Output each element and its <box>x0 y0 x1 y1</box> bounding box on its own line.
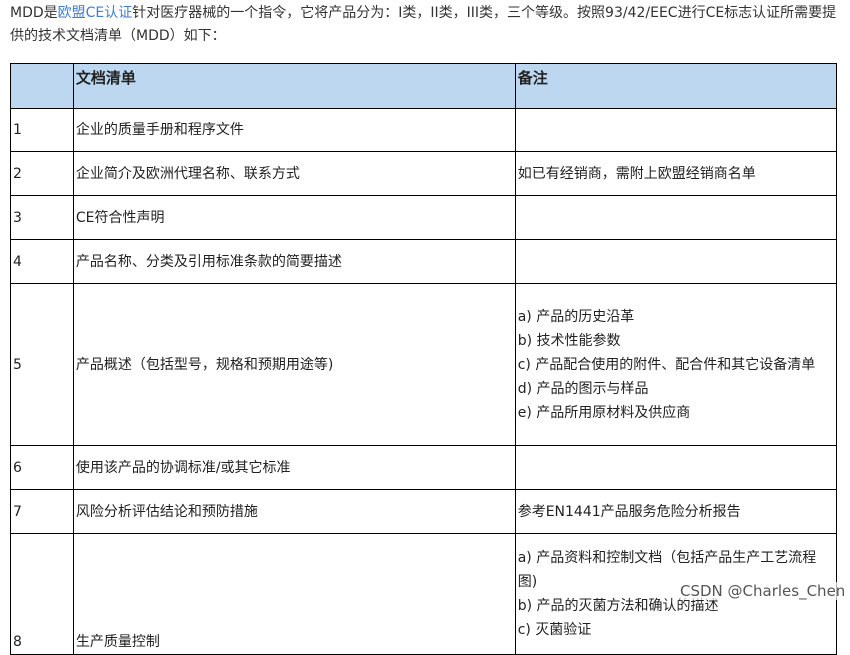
table-row: 2 企业简介及欧洲代理名称、联系方式 如已有经销商，需附上欧盟经销商名单 <box>10 151 838 196</box>
row-remarks <box>514 195 838 240</box>
row-document: CE符合性声明 <box>72 195 516 240</box>
table-row: 4 产品名称、分类及引用标准条款的简要描述 <box>10 239 838 284</box>
row-number: 3 <box>10 195 74 240</box>
row-document: 使用该产品的协调标准/或其它标准 <box>72 445 516 490</box>
table-row: 5 产品概述（包括型号，规格和预期用途等) a) 产品的历史沿革 b) 技术性能… <box>10 283 838 446</box>
row-number: 1 <box>10 108 74 152</box>
header-remarks: 备注 <box>514 63 838 109</box>
row-number: 8 <box>10 533 74 655</box>
remark-item: e) 产品所用原材料及供应商 <box>517 404 691 421</box>
header-number <box>10 63 74 109</box>
table-row: 7 风险分析评估结论和预防措施 参考EN1441产品服务危险分析报告 <box>10 489 838 534</box>
row-remarks: 参考EN1441产品服务危险分析报告 <box>514 489 838 534</box>
row-remarks: 如已有经销商，需附上欧盟经销商名单 <box>514 151 838 196</box>
row-document: 企业简介及欧洲代理名称、联系方式 <box>72 151 516 196</box>
remark-item: b) 技术性能参数 <box>517 332 621 349</box>
row-remarks: a) 产品的历史沿革 b) 技术性能参数 c) 产品配合使用的附件、配合件和其它… <box>514 283 838 446</box>
table-header-row: 文档清单 备注 <box>10 63 838 109</box>
intro-paragraph: MDD是欧盟CE认证针对医疗器械的一个指令，它将产品分为：I类，II类，III类… <box>10 2 842 48</box>
technical-document-table: 文档清单 备注 1 企业的质量手册和程序文件 2 企业简介及欧洲代理名称、联系方… <box>10 63 838 655</box>
row-remarks <box>514 108 838 152</box>
row-document: 产品名称、分类及引用标准条款的简要描述 <box>72 239 516 284</box>
intro-prefix: MDD是 <box>10 5 58 21</box>
row-document: 产品概述（包括型号，规格和预期用途等) <box>72 283 516 446</box>
row-document: 生产质量控制 <box>72 533 516 655</box>
ce-certification-link[interactable]: 欧盟CE认证 <box>58 5 133 21</box>
remark-item: d) 产品的图示与样品 <box>517 380 649 397</box>
table-row: 6 使用该产品的协调标准/或其它标准 <box>10 445 838 490</box>
row-number: 7 <box>10 489 74 534</box>
row-document: 风险分析评估结论和预防措施 <box>72 489 516 534</box>
remark-item: a) 产品的历史沿革 <box>517 308 635 325</box>
row-number: 4 <box>10 239 74 284</box>
table-row: 3 CE符合性声明 <box>10 195 838 240</box>
row-document: 企业的质量手册和程序文件 <box>72 108 516 152</box>
row-remarks <box>514 445 838 490</box>
row-number: 2 <box>10 151 74 196</box>
author-signature: CSDN @Charles_Chen <box>680 582 846 600</box>
remark-item: c) 灭菌验证 <box>517 622 592 638</box>
table-row: 1 企业的质量手册和程序文件 <box>10 108 838 152</box>
remark-item: c) 产品配合使用的附件、配合件和其它设备清单 <box>517 356 816 373</box>
row-number: 6 <box>10 445 74 490</box>
row-remarks <box>514 239 838 284</box>
row-number: 5 <box>10 283 74 446</box>
header-document-list: 文档清单 <box>72 63 516 109</box>
intro-suffix: 针对医疗器械的一个指令，它将产品分为：I类，II类，III类，三个等级。按照93… <box>10 5 837 44</box>
